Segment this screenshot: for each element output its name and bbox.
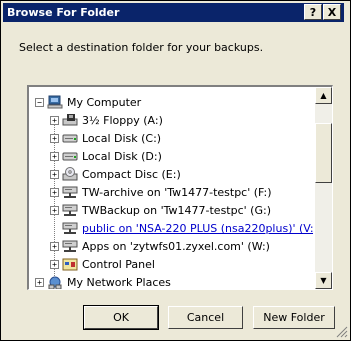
tree-item-label: Local Disk (D:): [82, 150, 162, 163]
tree-item[interactable]: +3½ Floppy (A:): [29, 112, 313, 130]
vertical-scrollbar[interactable]: ▲ ▼: [315, 87, 332, 289]
browse-for-folder-dialog: Browse For Folder ? X Select a destinati…: [0, 0, 351, 341]
expand-icon[interactable]: +: [50, 206, 59, 215]
new-folder-label: New Folder: [263, 311, 325, 324]
tree-item[interactable]: − My Computer: [29, 94, 313, 112]
tree-item[interactable]: + My Network Places: [29, 274, 313, 289]
help-button[interactable]: ?: [304, 4, 322, 20]
tree-item[interactable]: + TWBackup on 'Tw1477-testpc' (G:): [29, 202, 313, 220]
scroll-down-button[interactable]: ▼: [315, 272, 332, 289]
floppy-drive-icon: [62, 114, 78, 126]
network-drive-icon: [62, 222, 78, 234]
tree-item-label: My Network Places: [67, 276, 171, 289]
new-folder-button[interactable]: New Folder: [253, 306, 335, 329]
expand-icon[interactable]: +: [50, 152, 59, 161]
tree-item-label: 3½ Floppy (A:): [82, 114, 163, 127]
folder-tree-rows: − My Computer +3½ Floppy (A:) + Local Disk (…: [29, 87, 313, 289]
tree-item-label: TWBackup on 'Tw1477-testpc' (G:): [82, 204, 271, 217]
computer-icon: [47, 95, 63, 109]
network-drive-icon: [62, 204, 78, 216]
folder-tree[interactable]: − My Computer +3½ Floppy (A:) + Local Disk (…: [27, 85, 333, 290]
tree-item[interactable]: + Apps on 'zytwfs01.zyxel.com' (W:): [29, 238, 313, 256]
close-button[interactable]: X: [323, 4, 341, 20]
expand-icon[interactable]: +: [50, 188, 59, 197]
cancel-button[interactable]: Cancel: [168, 306, 243, 329]
hard-drive-icon: [62, 134, 78, 143]
expand-icon[interactable]: +: [35, 278, 44, 287]
title-bar[interactable]: Browse For Folder ? X: [3, 3, 344, 22]
tree-item[interactable]: + Control Panel: [29, 256, 313, 274]
tree-item-label: Control Panel: [82, 258, 155, 271]
dialog-title: Browse For Folder: [7, 6, 120, 19]
tree-item[interactable]: + Local Disk (D:): [29, 148, 313, 166]
scroll-thumb[interactable]: [315, 123, 332, 183]
tree-item-label: TW-archive on 'Tw1477-testpc' (F:): [82, 186, 272, 199]
tree-item-label: My Computer: [67, 96, 142, 109]
expand-icon[interactable]: +: [50, 242, 59, 251]
tree-item[interactable]: + Compact Disc (E:): [29, 166, 313, 184]
tree-item[interactable]: + TW-archive on 'Tw1477-testpc' (F:): [29, 184, 313, 202]
ok-button[interactable]: OK: [83, 305, 159, 330]
tree-item-label: public on 'NSA-220 PLUS (nsa220plus)' (V…: [82, 222, 313, 235]
tree-item-label: Local Disk (C:): [82, 132, 162, 145]
cd-drive-icon: [62, 167, 78, 181]
expand-icon[interactable]: +: [50, 260, 59, 269]
resize-grip-icon[interactable]: [336, 326, 348, 338]
instruction-text: Select a destination folder for your bac…: [19, 41, 264, 54]
network-places-icon: [48, 276, 62, 289]
collapse-icon[interactable]: −: [35, 98, 44, 107]
hard-drive-icon: [62, 152, 78, 161]
tree-item[interactable]: public on 'NSA-220 PLUS (nsa220plus)' (V…: [29, 220, 313, 238]
tree-item-label: Apps on 'zytwfs01.zyxel.com' (W:): [82, 240, 270, 253]
tree-item[interactable]: + Local Disk (C:): [29, 130, 313, 148]
expand-icon[interactable]: +: [50, 170, 59, 179]
network-drive-icon: [62, 240, 78, 252]
scroll-up-button[interactable]: ▲: [315, 87, 332, 104]
expand-icon[interactable]: +: [50, 116, 59, 125]
control-panel-icon: [62, 258, 78, 271]
expand-icon[interactable]: +: [50, 134, 59, 143]
network-drive-icon: [62, 186, 78, 198]
tree-item-label: Compact Disc (E:): [82, 168, 181, 181]
